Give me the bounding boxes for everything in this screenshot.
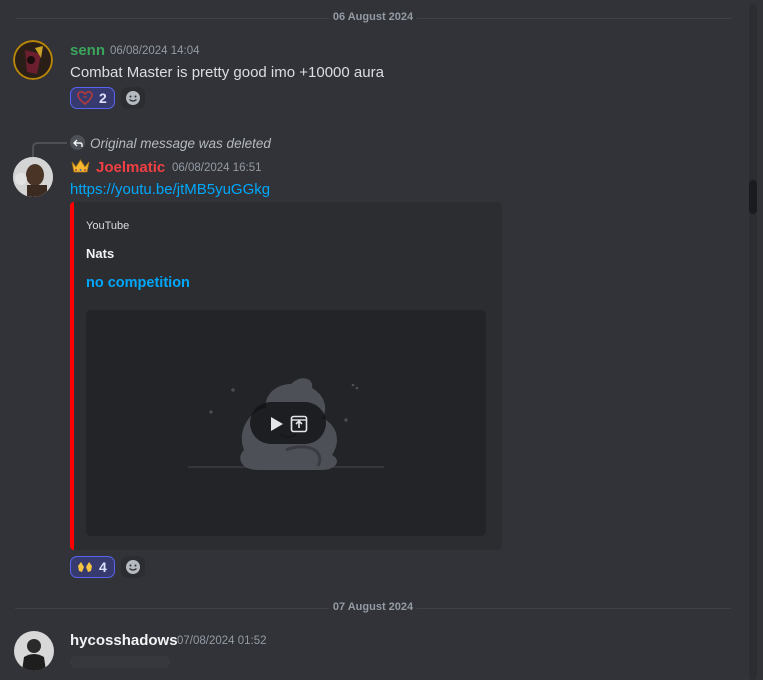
reaction-button[interactable]: 4 [70, 556, 115, 578]
date-divider-label: 06 August 2024 [328, 11, 418, 23]
reaction-count: 4 [99, 559, 107, 575]
reply-icon [70, 135, 85, 150]
reply-connector [32, 142, 67, 157]
add-reaction-button[interactable] [121, 87, 145, 109]
avatar[interactable] [14, 631, 54, 671]
open-external-icon[interactable] [290, 415, 308, 438]
avatar[interactable] [13, 157, 53, 197]
date-divider: 06 August 2024 [15, 11, 731, 23]
add-reaction-button[interactable] [121, 556, 145, 578]
username[interactable]: senn [70, 42, 105, 59]
reaction-button[interactable]: 2 [70, 87, 115, 109]
embed-provider: YouTube [86, 220, 130, 232]
date-divider: 07 August 2024 [15, 601, 731, 613]
message-text: Combat Master is pretty good imo +10000 … [70, 64, 384, 81]
link-embed: YouTube Nats no competition [70, 202, 502, 550]
username[interactable]: Joelmatic [96, 159, 165, 176]
timestamp: 07/08/2024 01:52 [177, 635, 267, 647]
raised-hands-icon [78, 562, 92, 572]
scrollbar-thumb[interactable] [749, 180, 757, 214]
embed-title[interactable]: no competition [86, 275, 190, 291]
username[interactable]: hycosshadows [70, 632, 178, 649]
smiley-icon [126, 560, 140, 574]
embed-video-placeholder[interactable] [86, 310, 486, 536]
message-link[interactable]: https://youtu.be/jtMB5yuGGkg [70, 181, 270, 198]
crown-icon [71, 158, 90, 178]
heart-sticker-icon [77, 90, 93, 106]
play-icon[interactable] [268, 416, 284, 437]
video-placeholder-image [86, 310, 486, 536]
timestamp: 06/08/2024 16:51 [172, 162, 262, 174]
scrollbar-track[interactable] [749, 4, 757, 680]
smiley-icon [126, 91, 140, 105]
avatar[interactable] [13, 40, 53, 80]
embed-author[interactable]: Nats [86, 246, 114, 261]
timestamp: 06/08/2024 14:04 [110, 45, 200, 57]
reaction-count: 2 [99, 90, 107, 106]
date-divider-label: 07 August 2024 [328, 601, 418, 613]
reply-text[interactable]: Original message was deleted [90, 136, 271, 151]
message-loading-placeholder [70, 656, 170, 668]
